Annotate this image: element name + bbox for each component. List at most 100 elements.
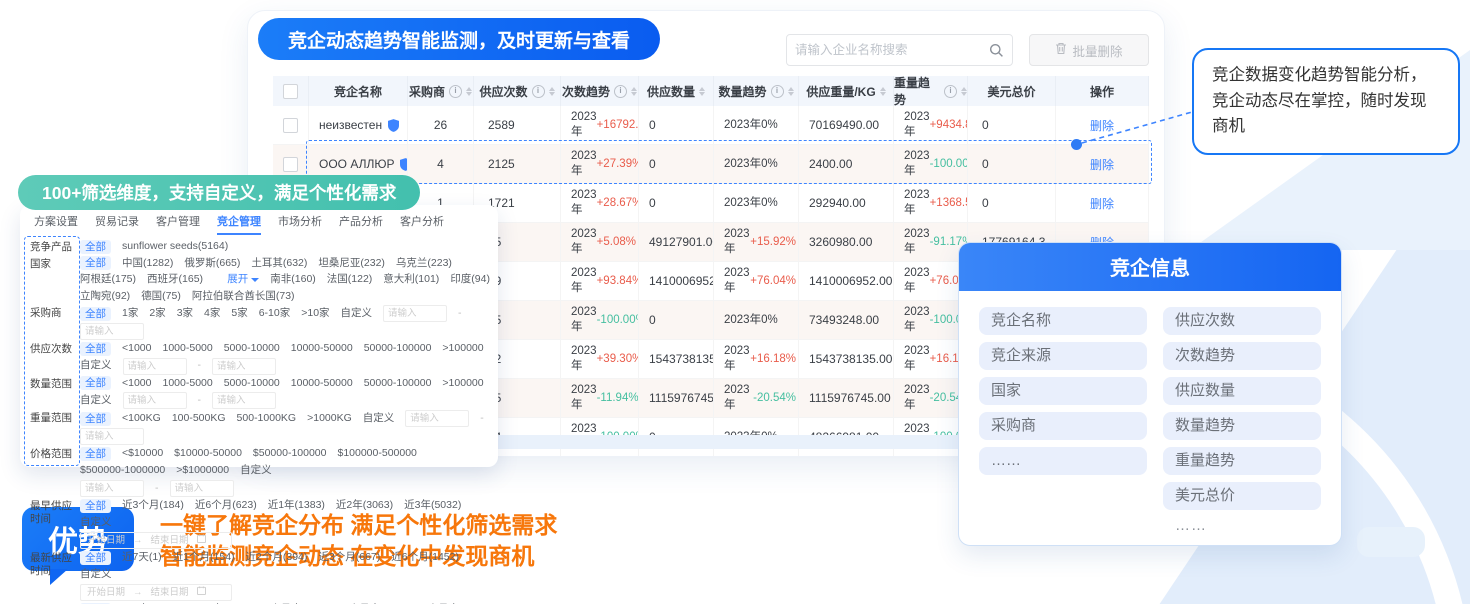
range-max-input[interactable] <box>80 323 144 340</box>
filter-option[interactable]: 自定义 <box>80 393 112 409</box>
supply-count[interactable]: 2589 <box>488 118 515 132</box>
filter-option[interactable]: 500-1000KG <box>237 411 297 427</box>
search-input[interactable] <box>787 43 989 57</box>
range-max-input[interactable] <box>212 392 276 409</box>
filter-option[interactable]: >100000 <box>442 376 483 392</box>
filter-option[interactable]: $50000-100000 <box>253 446 327 462</box>
filter-option[interactable]: 近6个月(623) <box>195 498 257 514</box>
search-icon[interactable] <box>989 43 1004 58</box>
filter-option[interactable]: 西班牙(165) <box>147 272 203 288</box>
tab-客户分析[interactable]: 客户分析 <box>400 213 444 235</box>
column-header-5[interactable]: 供应数量 <box>639 76 714 106</box>
sort-icon[interactable] <box>788 87 794 96</box>
filter-option[interactable]: 自定义 <box>240 463 272 479</box>
date-range-input[interactable]: 开始日期→结束日期 <box>80 584 232 601</box>
filter-option[interactable]: 阿拉伯联合酋长国(73) <box>192 289 295 305</box>
filter-option[interactable]: >10家 <box>301 306 329 322</box>
filter-option[interactable]: 100-500KG <box>172 411 226 427</box>
sort-icon[interactable] <box>466 87 472 96</box>
column-header-4[interactable]: 次数趋势 <box>561 76 639 106</box>
filter-option[interactable]: 近3个月(184) <box>122 498 184 514</box>
row-checkbox-cell[interactable] <box>273 106 309 144</box>
filter-option[interactable]: 近3个月(667) <box>318 550 380 566</box>
filter-option[interactable]: 自定义 <box>80 515 112 531</box>
column-header-6[interactable]: 数量趋势 <box>714 76 799 106</box>
filter-option[interactable]: 俄罗斯(665) <box>184 256 240 272</box>
filter-option[interactable]: 近2个月(394) <box>246 550 308 566</box>
filter-all-chip[interactable]: 全部 <box>80 342 111 356</box>
filter-option[interactable]: 自定义 <box>363 411 395 427</box>
date-range-input[interactable]: 开始日期→结束日期 <box>80 532 232 549</box>
column-header-7[interactable]: 供应重量/KG <box>799 76 894 106</box>
filter-option[interactable]: 近1个月(154) <box>173 550 235 566</box>
filter-option[interactable]: 近6个月(1452) <box>391 550 459 566</box>
filter-all-chip[interactable]: 全部 <box>80 447 111 461</box>
delete-link[interactable]: 删除 <box>1090 195 1114 212</box>
range-min-input[interactable] <box>383 305 447 322</box>
expand-link[interactable]: 展开 <box>227 272 259 288</box>
filter-option[interactable]: >100000 <box>442 341 483 357</box>
filter-option[interactable]: 50000-100000 <box>364 341 432 357</box>
filter-option[interactable]: 南非(160) <box>270 272 316 288</box>
filter-all-chip[interactable]: 全部 <box>80 240 111 254</box>
column-header-2[interactable]: 采购商 <box>408 76 474 106</box>
filter-option[interactable]: 近7天(1) <box>122 550 162 566</box>
filter-option[interactable]: 50000-100000 <box>364 376 432 392</box>
filter-option[interactable]: 土耳其(632) <box>251 256 307 272</box>
tab-贸易记录[interactable]: 贸易记录 <box>95 213 139 235</box>
range-max-input[interactable] <box>170 480 234 497</box>
sort-icon[interactable] <box>549 87 555 96</box>
range-max-input[interactable] <box>80 428 144 445</box>
filter-option[interactable]: <100KG <box>122 411 161 427</box>
sort-icon[interactable] <box>880 87 886 96</box>
filter-option[interactable]: 近3年(5032) <box>404 498 461 514</box>
filter-option[interactable]: >1000KG <box>307 411 352 427</box>
filter-option[interactable]: $100000-500000 <box>337 446 416 462</box>
filter-option[interactable]: 坦桑尼亚(232) <box>318 256 385 272</box>
filter-option[interactable]: 4家 <box>204 306 220 322</box>
filter-option[interactable]: 1家 <box>122 306 138 322</box>
row-checkbox[interactable] <box>283 157 298 172</box>
tab-竞企管理[interactable]: 竞企管理 <box>217 213 261 235</box>
range-min-input[interactable] <box>123 392 187 409</box>
filter-option[interactable]: 5家 <box>231 306 247 322</box>
filter-option[interactable]: 10000-50000 <box>291 341 353 357</box>
filter-option[interactable]: $500000-1000000 <box>80 463 165 479</box>
filter-option[interactable]: 1000-5000 <box>163 376 213 392</box>
filter-option[interactable]: 乌克兰(223) <box>396 256 452 272</box>
filter-option[interactable]: >$1000000 <box>176 463 229 479</box>
filter-option[interactable]: <1000 <box>122 341 152 357</box>
sort-icon[interactable] <box>961 87 967 96</box>
tab-产品分析[interactable]: 产品分析 <box>339 213 383 235</box>
filter-option[interactable]: 印度(94) <box>450 272 490 288</box>
range-min-input[interactable] <box>123 358 187 375</box>
supply-count-cell[interactable]: 2589 <box>474 106 561 144</box>
column-header-8[interactable]: 重量趋势 <box>894 76 968 106</box>
filter-option[interactable]: 1000-5000 <box>163 341 213 357</box>
select-all-cell[interactable] <box>273 76 309 106</box>
filter-option[interactable]: 近2年(3063) <box>336 498 393 514</box>
filter-all-chip[interactable]: 全部 <box>80 412 111 426</box>
filter-option[interactable]: 5000-10000 <box>224 341 280 357</box>
company-search[interactable] <box>786 34 1013 66</box>
filter-option[interactable]: 自定义 <box>80 358 112 374</box>
filter-option[interactable]: 10000-50000 <box>291 376 353 392</box>
filter-option[interactable]: $10000-50000 <box>174 446 242 462</box>
filter-option[interactable]: 中国(1282) <box>122 256 173 272</box>
filter-option[interactable]: 法国(122) <box>327 272 373 288</box>
filter-option[interactable]: 2家 <box>149 306 165 322</box>
range-max-input[interactable] <box>212 358 276 375</box>
row-checkbox[interactable] <box>283 118 298 133</box>
filter-all-chip[interactable]: 全部 <box>80 256 111 270</box>
range-min-input[interactable] <box>80 480 144 497</box>
filter-option[interactable]: 阿根廷(175) <box>80 272 136 288</box>
buyer-count-cell[interactable]: 26 <box>408 106 474 144</box>
filter-all-chip[interactable]: 全部 <box>80 376 111 390</box>
filter-option[interactable]: 意大利(101) <box>383 272 439 288</box>
delete-link[interactable]: 删除 <box>1090 117 1114 134</box>
filter-option[interactable]: <$10000 <box>122 446 163 462</box>
filter-option[interactable]: <1000 <box>122 376 152 392</box>
tab-方案设置[interactable]: 方案设置 <box>34 213 78 235</box>
filter-option[interactable]: 5000-10000 <box>224 376 280 392</box>
tab-客户管理[interactable]: 客户管理 <box>156 213 200 235</box>
